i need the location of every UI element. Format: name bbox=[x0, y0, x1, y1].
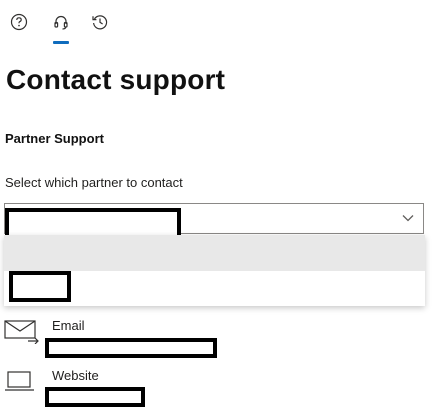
help-nav-button[interactable] bbox=[6, 10, 32, 36]
website-label: Website bbox=[52, 368, 99, 383]
laptop-icon bbox=[5, 371, 34, 391]
email-label: Email bbox=[52, 318, 85, 333]
redacted-email-value[interactable] bbox=[45, 338, 217, 358]
help-icon bbox=[10, 13, 28, 31]
headset-icon bbox=[54, 15, 68, 30]
redacted-option-text bbox=[9, 271, 71, 302]
redacted-website-value[interactable] bbox=[45, 387, 145, 407]
active-tab-indicator bbox=[53, 41, 69, 44]
partner-option[interactable] bbox=[4, 235, 425, 271]
partner-dropdown-list bbox=[4, 235, 425, 306]
section-title: Partner Support bbox=[5, 131, 104, 146]
page-title: Contact support bbox=[6, 64, 226, 95]
chevron-down-icon bbox=[402, 215, 414, 222]
partner-select-label: Select which partner to contact bbox=[5, 175, 183, 190]
partner-option[interactable] bbox=[4, 271, 425, 306]
support-nav-button[interactable] bbox=[48, 10, 74, 36]
history-icon bbox=[92, 15, 108, 30]
mail-icon bbox=[4, 320, 39, 344]
partner-select[interactable] bbox=[4, 203, 424, 262]
top-navigation bbox=[0, 0, 442, 48]
history-nav-button[interactable] bbox=[87, 10, 113, 36]
